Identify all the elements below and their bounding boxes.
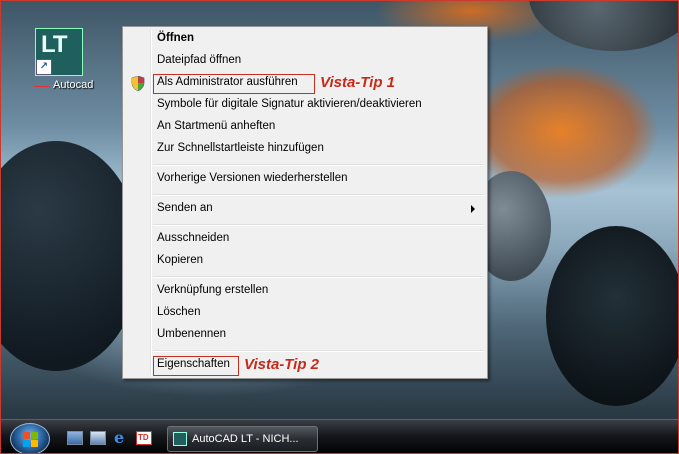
autocad-app-icon	[173, 432, 187, 446]
autocad-shortcut-icon[interactable]: LT ↗	[35, 28, 83, 76]
menu-item-label: An Startmenü anheften	[157, 120, 276, 132]
menu-item-copy[interactable]: Kopieren	[125, 251, 485, 272]
menu-separator	[153, 276, 483, 278]
shortcut-arrow-icon: ↗	[36, 59, 52, 75]
internet-explorer-icon[interactable]: e	[113, 428, 129, 447]
menu-item-cut[interactable]: Ausschneiden	[125, 229, 485, 250]
submenu-arrow-icon	[471, 205, 475, 213]
taskbar-window-label: AutoCAD LT - NICH...	[192, 433, 299, 445]
desktop-icon-label[interactable]: Autocad	[53, 79, 93, 91]
menu-item-restore-previous-versions[interactable]: Vorherige Versionen wiederherstellen	[125, 169, 485, 190]
menu-item-label: Senden an	[157, 202, 213, 214]
annotation-tip-1: Vista-Tip 1	[320, 74, 396, 91]
menu-item-open-file-location[interactable]: Dateipfad öffnen	[125, 51, 485, 72]
rock-shape	[1, 141, 141, 371]
menu-separator	[153, 350, 483, 352]
menu-item-add-quick-launch[interactable]: Zur Schnellstartleiste hinzufügen	[125, 139, 485, 160]
menu-separator	[153, 164, 483, 166]
annotation-mark	[34, 86, 50, 87]
menu-item-label: Verknüpfung erstellen	[157, 284, 269, 296]
menu-item-delete[interactable]: Löschen	[125, 303, 485, 324]
td-app-icon[interactable]: TD	[136, 431, 152, 445]
menu-item-label: Löschen	[157, 306, 201, 318]
icon-text: LT	[41, 31, 68, 58]
taskbar-window-button-autocad[interactable]: AutoCAD LT - NICH...	[167, 426, 318, 452]
menu-item-open[interactable]: Öffnen	[125, 29, 485, 50]
menu-separator	[153, 224, 483, 226]
start-orb-icon[interactable]	[10, 423, 50, 453]
menu-item-rename[interactable]: Umbenennen	[125, 325, 485, 346]
switch-windows-icon[interactable]	[90, 431, 106, 445]
windows-flag-icon	[23, 432, 38, 447]
context-menu: Öffnen Dateipfad öffnen Als Administrato…	[122, 26, 488, 379]
annotation-tip-2: Vista-Tip 2	[244, 356, 320, 373]
desktop: LT ↗ Autocad Öffnen Dateipfad öffnen Als…	[0, 0, 679, 454]
show-desktop-icon[interactable]	[67, 431, 83, 445]
menu-item-pin-start-menu[interactable]: An Startmenü anheften	[125, 117, 485, 138]
menu-item-create-shortcut[interactable]: Verknüpfung erstellen	[125, 281, 485, 302]
annotation-highlight-box	[153, 74, 315, 94]
rock-shape	[529, 1, 678, 51]
menu-item-send-to[interactable]: Senden an	[125, 199, 485, 220]
menu-item-label: Vorherige Versionen wiederherstellen	[157, 172, 348, 184]
rock-shape	[546, 226, 678, 406]
menu-separator	[153, 194, 483, 196]
menu-item-label: Umbenennen	[157, 328, 227, 340]
uac-shield-icon	[131, 76, 145, 91]
menu-item-label: Zur Schnellstartleiste hinzufügen	[157, 142, 324, 154]
menu-item-label: Öffnen	[157, 32, 195, 44]
menu-item-label: Kopieren	[157, 254, 204, 266]
menu-item-label: Ausschneiden	[157, 232, 230, 244]
menu-item-digital-signature[interactable]: Symbole für digitale Signatur aktivieren…	[125, 95, 485, 116]
menu-item-label: Symbole für digitale Signatur aktivieren…	[157, 98, 422, 110]
menu-item-label: Dateipfad öffnen	[157, 54, 242, 66]
annotation-highlight-box	[153, 356, 239, 376]
